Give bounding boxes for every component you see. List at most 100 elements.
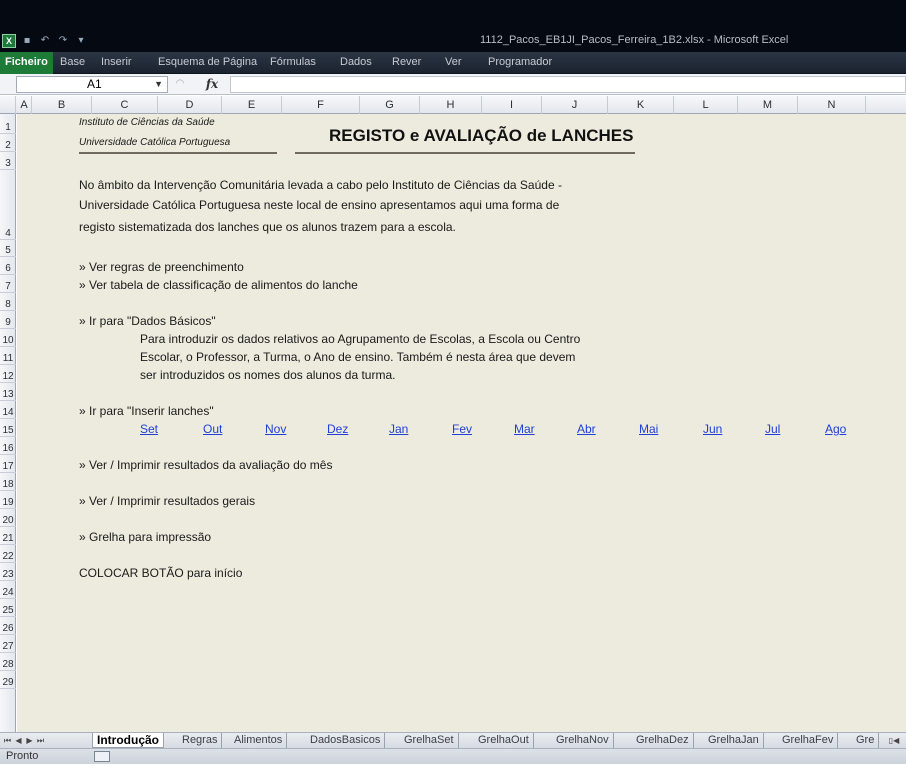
row-header[interactable]: 3 [0, 152, 16, 170]
row-header[interactable]: 2 [0, 134, 16, 152]
month-link-mai[interactable]: Mai [639, 422, 658, 436]
sheet-tab-grelhadez[interactable]: GrelhaDez [632, 733, 694, 748]
sheet-tab-grelhajan[interactable]: GrelhaJan [704, 733, 764, 748]
row-header[interactable]: 16 [0, 437, 16, 455]
sheet-tab-introducao[interactable]: Introdução [92, 733, 164, 748]
column-header[interactable]: H [420, 96, 482, 114]
column-header[interactable]: I [482, 96, 542, 114]
tab-page-layout[interactable]: Esquema de Página [158, 52, 257, 74]
row-header[interactable]: 11 [0, 347, 16, 365]
column-header[interactable]: A [17, 96, 32, 114]
month-link-jul[interactable]: Jul [765, 422, 780, 436]
basic-data-link[interactable]: » Ir para "Dados Básicos" [79, 314, 216, 328]
customize-quick-access-icon[interactable]: ▾ [74, 34, 88, 48]
month-link-mar[interactable]: Mar [514, 422, 535, 436]
row-header[interactable]: 1 [0, 114, 16, 134]
column-header[interactable]: E [222, 96, 282, 114]
tab-scroll-icon[interactable]: ▯◀ [884, 733, 904, 749]
insert-snacks-link[interactable]: » Ir para "Inserir lanches" [79, 404, 214, 418]
row-header[interactable]: 7 [0, 275, 16, 293]
general-results-link[interactable]: » Ver / Imprimir resultados gerais [79, 494, 255, 508]
month-link-dez[interactable]: Dez [327, 422, 348, 436]
tab-file[interactable]: Ficheiro [0, 52, 53, 74]
chevron-down-icon[interactable]: ▼ [154, 77, 163, 92]
column-header[interactable]: B [32, 96, 92, 114]
column-header[interactable]: G [360, 96, 420, 114]
name-box[interactable]: A1 ▼ [16, 76, 168, 93]
row-header[interactable]: 4 [0, 170, 16, 240]
formula-options-icon[interactable]: ◠ [172, 76, 188, 93]
month-link-ago[interactable]: Ago [825, 422, 846, 436]
row-header[interactable]: 15 [0, 419, 16, 437]
month-link-set[interactable]: Set [140, 422, 158, 436]
undo-icon[interactable]: ↶ [38, 34, 52, 48]
month-results-link[interactable]: » Ver / Imprimir resultados da avaliação… [79, 458, 332, 472]
row-header[interactable]: 12 [0, 365, 16, 383]
last-sheet-icon[interactable]: ⏭ [35, 733, 46, 749]
month-link-nov[interactable]: Nov [265, 422, 286, 436]
row-header[interactable]: 20 [0, 509, 16, 527]
tab-formulas[interactable]: Fórmulas [270, 52, 316, 74]
row-header[interactable]: 22 [0, 545, 16, 563]
tab-data[interactable]: Dados [340, 52, 372, 74]
row-header[interactable]: 27 [0, 635, 16, 653]
month-link-jun[interactable]: Jun [703, 422, 722, 436]
row-header[interactable]: 19 [0, 491, 16, 509]
month-link-jan[interactable]: Jan [389, 422, 408, 436]
row-header[interactable]: 29 [0, 671, 16, 689]
formula-input[interactable] [230, 76, 906, 93]
macro-record-icon[interactable] [94, 751, 110, 762]
row-header[interactable]: 9 [0, 311, 16, 329]
row-header[interactable]: 24 [0, 581, 16, 599]
excel-icon[interactable]: X [2, 34, 16, 48]
food-table-link[interactable]: » Ver tabela de classificação de aliment… [79, 278, 358, 292]
column-header[interactable]: K [608, 96, 674, 114]
redo-icon[interactable]: ↷ [56, 34, 70, 48]
tab-insert[interactable]: Inserir [101, 52, 132, 74]
column-header[interactable]: D [158, 96, 222, 114]
row-header[interactable]: 21 [0, 527, 16, 545]
column-header[interactable]: C [92, 96, 158, 114]
row-header[interactable]: 26 [0, 617, 16, 635]
select-all-corner[interactable] [0, 96, 16, 114]
row-header[interactable]: 28 [0, 653, 16, 671]
row-header[interactable]: 23 [0, 563, 16, 581]
row-header[interactable]: 18 [0, 473, 16, 491]
tab-developer[interactable]: Programador [488, 52, 552, 74]
row-header[interactable]: 13 [0, 383, 16, 401]
row-header[interactable]: 5 [0, 240, 16, 257]
next-sheet-icon[interactable]: ▶ [24, 733, 35, 749]
insert-function-button[interactable]: fx [198, 76, 226, 93]
column-header[interactable]: N [798, 96, 866, 114]
column-header[interactable]: L [674, 96, 738, 114]
row-header[interactable]: 6 [0, 257, 16, 275]
sheet-tab-regras[interactable]: Regras [178, 733, 223, 748]
month-link-fev[interactable]: Fev [452, 422, 472, 436]
save-icon[interactable]: ▪ [20, 34, 34, 48]
sheet-tab-grelhanov[interactable]: GrelhaNov [552, 733, 614, 748]
tab-base[interactable]: Base [60, 52, 85, 74]
tab-view[interactable]: Ver [445, 52, 462, 74]
print-grid-link[interactable]: » Grelha para impressão [79, 530, 211, 544]
tab-review[interactable]: Rever [392, 52, 421, 74]
sheet-tab-dadosbasicos[interactable]: DadosBasicos [306, 733, 386, 748]
row-header[interactable]: 8 [0, 293, 16, 311]
worksheet-grid[interactable]: Instituto de Ciências da Saúde Universid… [17, 114, 906, 732]
sheet-tab-grelhafev[interactable]: GrelhaFev [778, 733, 839, 748]
sheet-tab-alimentos[interactable]: Alimentos [230, 733, 288, 748]
prev-sheet-icon[interactable]: ◀ [13, 733, 24, 749]
sheet-tab-grelha-partial[interactable]: Gre [852, 733, 880, 748]
row-header[interactable]: 10 [0, 329, 16, 347]
month-link-abr[interactable]: Abr [577, 422, 596, 436]
row-header[interactable]: 17 [0, 455, 16, 473]
row-header[interactable]: 14 [0, 401, 16, 419]
column-header[interactable]: J [542, 96, 608, 114]
month-link-out[interactable]: Out [203, 422, 222, 436]
first-sheet-icon[interactable]: ⏮ [2, 733, 13, 749]
row-header[interactable]: 25 [0, 599, 16, 617]
column-header[interactable]: F [282, 96, 360, 114]
rules-link[interactable]: » Ver regras de preenchimento [79, 260, 244, 274]
sheet-tab-grelhaout[interactable]: GrelhaOut [474, 733, 534, 748]
sheet-tab-grelhaset[interactable]: GrelhaSet [400, 733, 459, 748]
column-header[interactable]: M [738, 96, 798, 114]
